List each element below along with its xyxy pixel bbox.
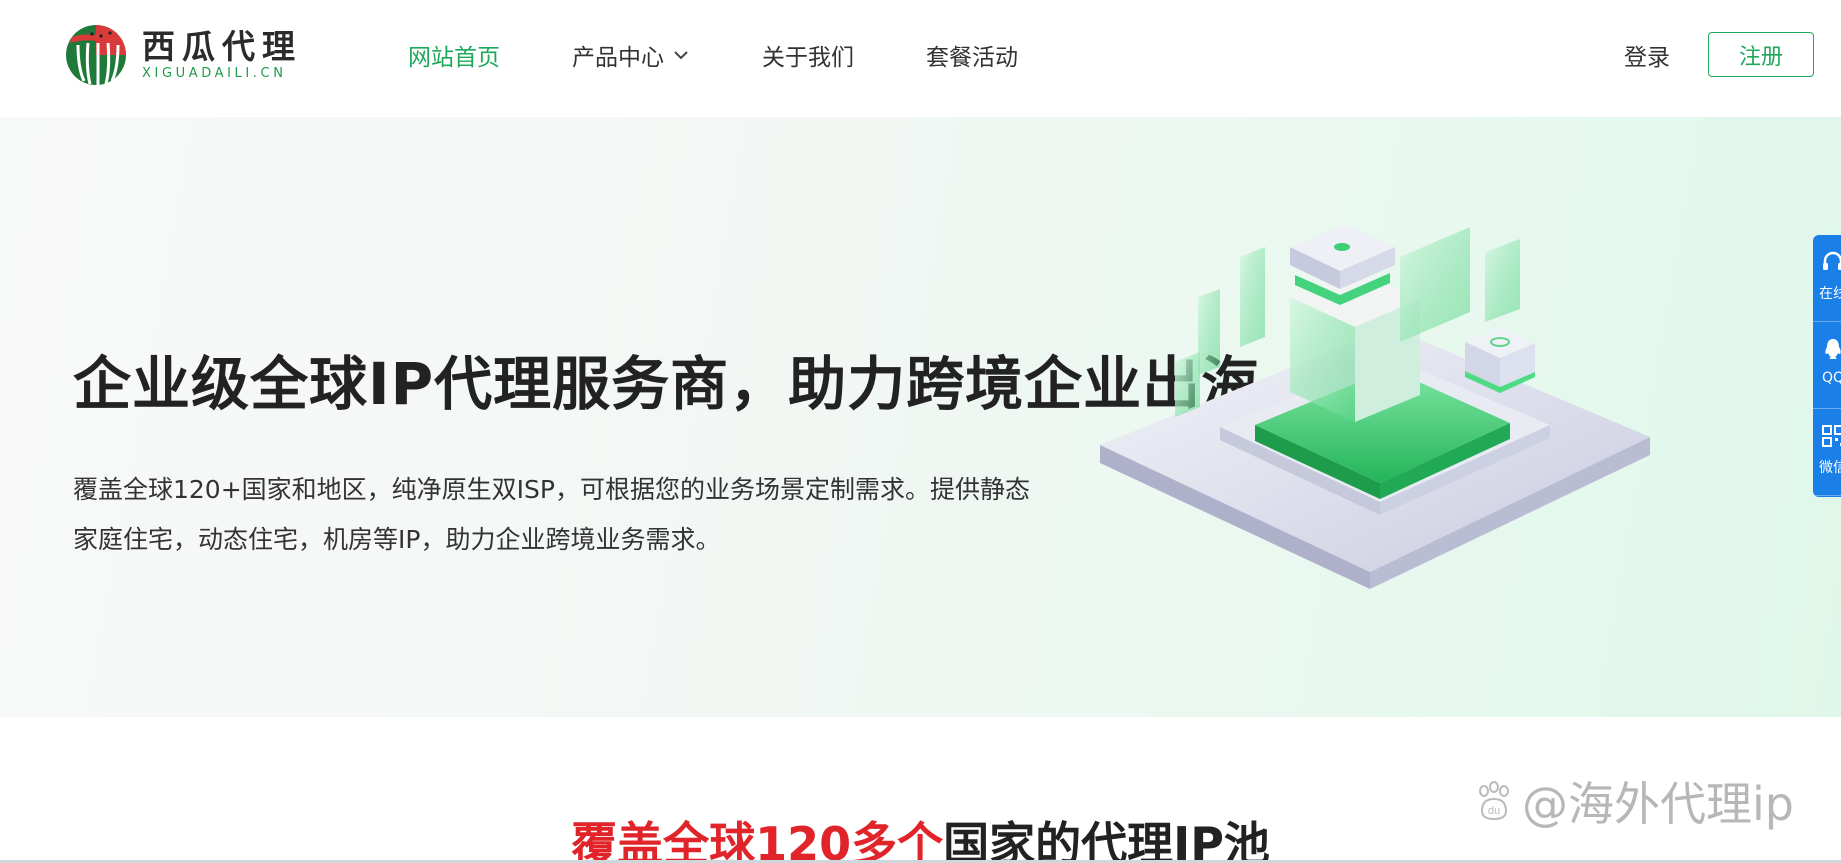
nav-item-label: 产品中心: [572, 45, 664, 71]
nav-item-products[interactable]: 产品中心: [572, 38, 690, 72]
qq-contact-button[interactable]: QQ: [1813, 322, 1841, 409]
top-header: 西瓜代理 XIGUADAILI.CN 网站首页 产品中心 关于我们 套餐活动 登…: [0, 0, 1841, 117]
nav-item-label: 网站首页: [408, 45, 500, 71]
logo-name-en: XIGUADAILI.CN: [142, 66, 287, 81]
hero-banner: 企业级全球IP代理服务商，助力跨境企业出海 覆盖全球120+国家和地区，纯净原生…: [0, 117, 1841, 717]
hero-description: 覆盖全球120+国家和地区，纯净原生双ISP，可根据您的业务场景定制需求。提供静…: [73, 475, 1030, 554]
online-service-button[interactable]: 在线: [1813, 235, 1841, 322]
side-bar-label: 在线: [1819, 286, 1841, 302]
register-button[interactable]: 注册: [1708, 32, 1814, 77]
nav-item-label: 套餐活动: [926, 45, 1018, 71]
nav-item-about[interactable]: 关于我们: [762, 38, 854, 72]
section-title-rest: 国家的代理IP池: [943, 817, 1270, 863]
hero-title: 企业级全球IP代理服务商，助力跨境企业出海: [73, 350, 1261, 418]
nav-item-home[interactable]: 网站首页: [408, 38, 500, 72]
nav-item-packages[interactable]: 套餐活动: [926, 38, 1018, 72]
section-title-highlight: 覆盖全球120多个: [571, 817, 944, 863]
qq-icon: [1825, 339, 1841, 359]
site-logo[interactable]: 西瓜代理 XIGUADAILI.CN: [64, 22, 302, 88]
headset-icon: [1823, 251, 1841, 270]
watermelon-logo-icon: [66, 25, 126, 85]
wechat-contact-button[interactable]: 微信: [1813, 409, 1841, 496]
watermark: du @海外代理ip: [1472, 768, 1794, 834]
nav-item-label: 关于我们: [762, 45, 854, 71]
watermark-badge-text: du: [1488, 805, 1500, 817]
server-platform-illustration: [1100, 225, 1650, 589]
logo-name-cn: 西瓜代理: [142, 27, 302, 66]
paw-badge-icon: du: [1479, 781, 1509, 821]
qrcode-icon: [1822, 425, 1841, 447]
side-bar-label: 微信: [1819, 460, 1841, 476]
side-bar-label: QQ: [1821, 370, 1841, 386]
watermark-text: @海外代理ip: [1522, 777, 1794, 831]
floating-contact-bar: 在线 QQ 微信: [1813, 235, 1841, 497]
chevron-down-icon: [674, 51, 688, 60]
main-nav: 网站首页 产品中心 关于我们 套餐活动: [408, 38, 1090, 72]
login-link[interactable]: 登录: [1624, 38, 1670, 72]
